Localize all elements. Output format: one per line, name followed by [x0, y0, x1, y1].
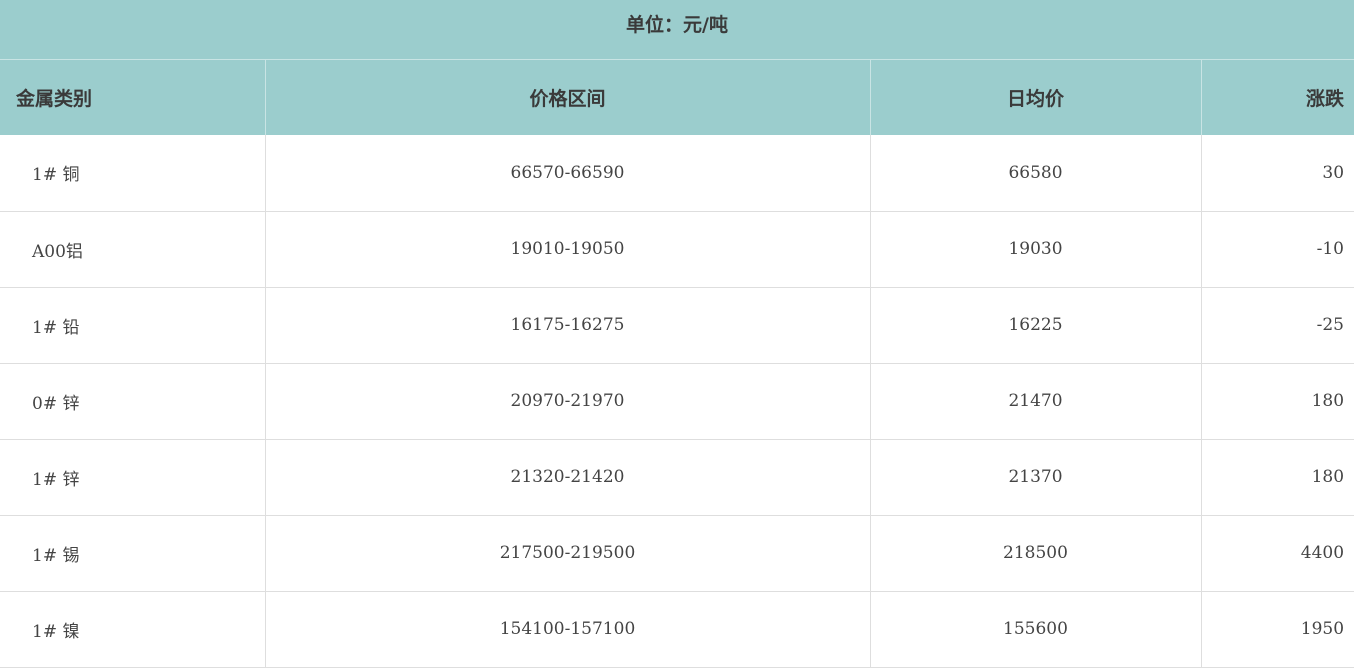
- cell-metal: 1# 锡: [0, 515, 265, 592]
- cell-metal: 1# 铜: [0, 135, 265, 212]
- cell-range: 217500-219500: [264, 515, 870, 592]
- cell-change: -25: [1200, 287, 1354, 364]
- cell-avg: 19030: [869, 211, 1201, 288]
- cell-range: 66570-66590: [264, 135, 870, 212]
- cell-range: 20970-21970: [264, 363, 870, 440]
- cell-range: 19010-19050: [264, 211, 870, 288]
- cell-change: 180: [1200, 363, 1354, 440]
- cell-change: 180: [1200, 439, 1354, 516]
- table-row: 1# 锡 217500-219500 218500 4400: [0, 515, 1354, 592]
- cell-avg: 21470: [869, 363, 1201, 440]
- cell-avg: 16225: [869, 287, 1201, 364]
- cell-metal: 1# 锌: [0, 439, 265, 516]
- unit-label: 单位：元/吨: [0, 0, 1354, 60]
- table-row: A00铝 19010-19050 19030 -10: [0, 211, 1354, 288]
- column-header-avg: 日均价: [869, 59, 1201, 135]
- cell-metal: 0# 锌: [0, 363, 265, 440]
- column-header-change: 涨跌: [1200, 59, 1354, 135]
- unit-row: 单位：元/吨: [0, 0, 1354, 60]
- cell-change: -10: [1200, 211, 1354, 288]
- table-header-row: 金属类别 价格区间 日均价 涨跌: [0, 59, 1354, 135]
- cell-change: 4400: [1200, 515, 1354, 592]
- cell-range: 21320-21420: [264, 439, 870, 516]
- table-row: 1# 铜 66570-66590 66580 30: [0, 135, 1354, 212]
- table-row: 1# 铅 16175-16275 16225 -25: [0, 287, 1354, 364]
- metal-price-table: 单位：元/吨 金属类别 价格区间 日均价 涨跌 1# 铜 66570-66590…: [0, 0, 1354, 668]
- cell-range: 16175-16275: [264, 287, 870, 364]
- cell-avg: 66580: [869, 135, 1201, 212]
- cell-metal: A00铝: [0, 211, 265, 288]
- cell-change: 30: [1200, 135, 1354, 212]
- column-header-range: 价格区间: [264, 59, 870, 135]
- cell-avg: 21370: [869, 439, 1201, 516]
- table-row: 1# 锌 21320-21420 21370 180: [0, 439, 1354, 516]
- cell-avg: 218500: [869, 515, 1201, 592]
- column-header-metal: 金属类别: [0, 59, 265, 135]
- cell-metal: 1# 铅: [0, 287, 265, 364]
- table-row: 0# 锌 20970-21970 21470 180: [0, 363, 1354, 440]
